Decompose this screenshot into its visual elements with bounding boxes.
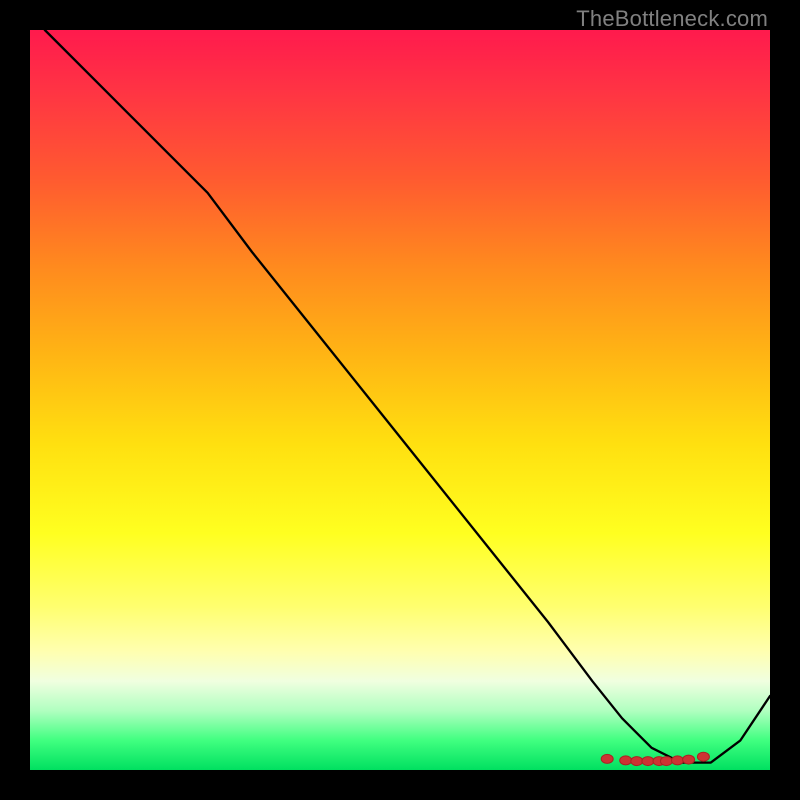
marker-dot bbox=[620, 756, 632, 765]
main-curve bbox=[45, 30, 770, 763]
marker-dot bbox=[601, 754, 613, 763]
chart-stage: TheBottleneck.com bbox=[0, 0, 800, 800]
chart-overlay-svg bbox=[30, 30, 770, 770]
marker-dot bbox=[660, 757, 672, 766]
marker-dot bbox=[642, 757, 654, 766]
marker-dot bbox=[683, 755, 695, 764]
watermark-text: TheBottleneck.com bbox=[576, 6, 768, 32]
marker-dot bbox=[631, 757, 643, 766]
marker-dot bbox=[672, 756, 684, 765]
marker-dot bbox=[697, 752, 709, 761]
